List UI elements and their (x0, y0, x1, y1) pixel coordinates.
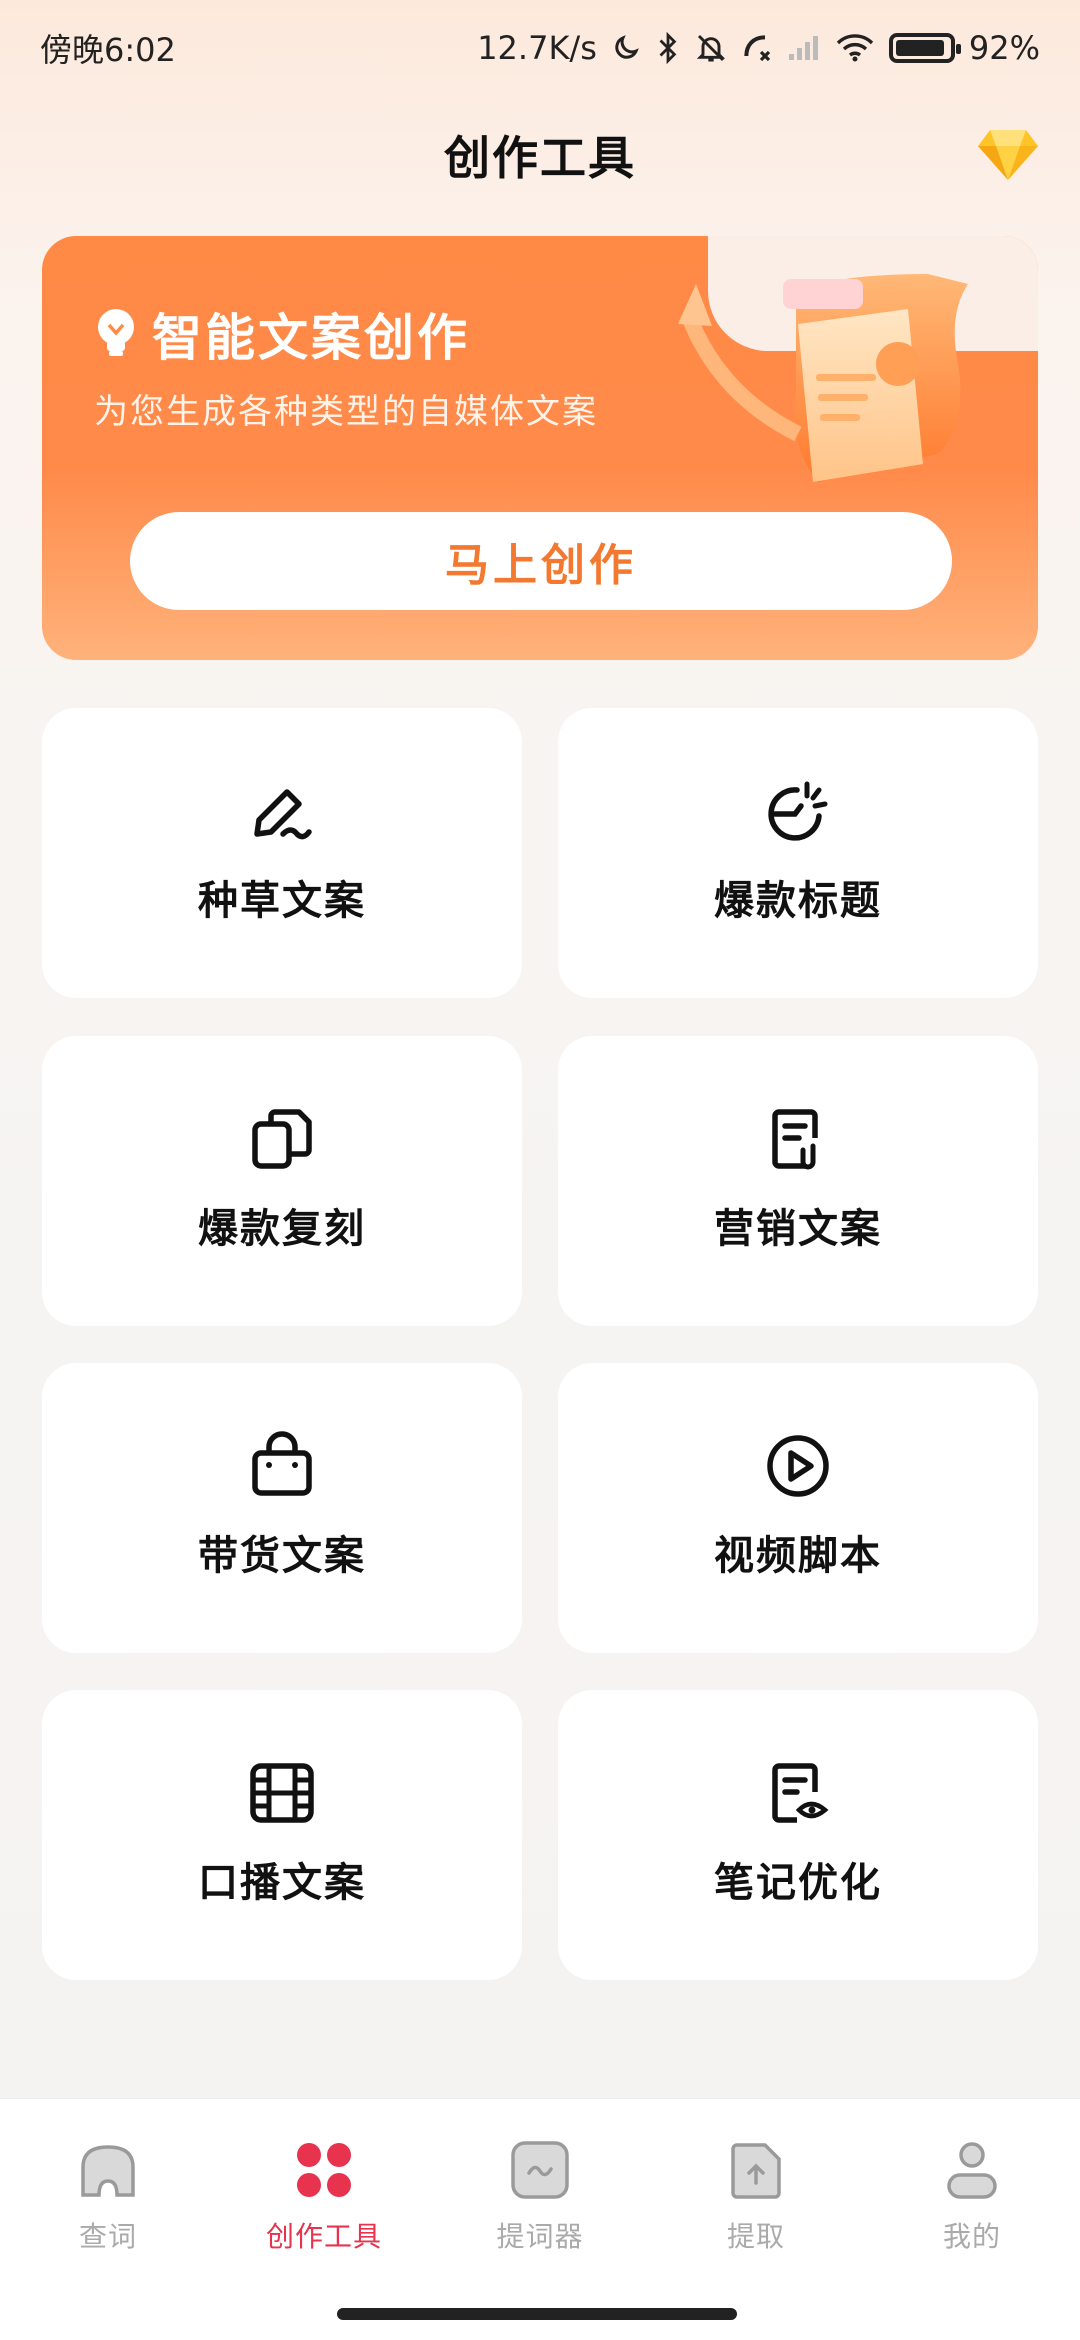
play-circle-icon (767, 1435, 829, 1497)
home-indicator[interactable] (337, 2308, 737, 2320)
teleprompter-icon (511, 2141, 569, 2199)
battery-percent: 92% (968, 28, 1040, 67)
hero-banner[interactable]: 智能文案创作 为您生成各种类型的自媒体文案 马上创作 (42, 236, 1038, 660)
tool-card-zhongcao[interactable]: 种草文案 (42, 708, 522, 998)
bell-off-icon (695, 32, 727, 64)
shopping-bag-icon (252, 1431, 312, 1496)
bluetooth-icon (655, 31, 681, 64)
bottom-nav: 查词 创作工具 提词器 提取 我的 (0, 2098, 1080, 2340)
nav-label: 我的 (942, 2220, 1001, 2253)
film-icon (250, 1763, 314, 1823)
document-eye-icon (772, 1763, 829, 1823)
home-icon (81, 2145, 135, 2197)
nav-item-create-tools[interactable]: 创作工具 (216, 2139, 432, 2269)
lightbulb-icon (94, 307, 138, 361)
tool-label: 营销文案 (714, 1206, 882, 1252)
copy-icon (252, 1109, 312, 1169)
battery-icon (888, 32, 961, 63)
moon-icon (611, 33, 641, 63)
signal-icon (787, 34, 821, 62)
call-icon (741, 32, 773, 64)
nav-label: 提词器 (496, 2220, 584, 2253)
wifi-icon (835, 33, 875, 63)
tool-card-baokuan-title[interactable]: 爆款标题 (558, 708, 1038, 998)
extract-icon (731, 2143, 781, 2199)
tool-card-koubo[interactable]: 口播文案 (42, 1690, 522, 1980)
pen-sign-icon (254, 789, 312, 840)
tool-card-marketing[interactable]: 营销文案 (558, 1036, 1038, 1326)
hero-title-row: 智能文案创作 (94, 298, 470, 370)
diamond-icon[interactable] (976, 126, 1040, 182)
nav-item-chaci[interactable]: 查词 (0, 2139, 216, 2269)
hero-title: 智能文案创作 (152, 309, 470, 367)
nav-label: 提取 (726, 2220, 785, 2253)
hero-subtitle: 为您生成各种类型的自媒体文案 (94, 392, 598, 432)
create-now-button[interactable]: 马上创作 (130, 512, 952, 610)
nav-item-teleprompter[interactable]: 提词器 (432, 2139, 648, 2269)
nav-label: 创作工具 (265, 2220, 382, 2253)
status-time: 傍晚6:02 (40, 30, 176, 69)
tool-label: 爆款标题 (714, 878, 882, 924)
tool-label: 笔记优化 (714, 1860, 882, 1906)
document-clip-icon (772, 1109, 818, 1170)
tool-card-baokuan-copy[interactable]: 爆款复刻 (42, 1036, 522, 1326)
tool-card-note-optimize[interactable]: 笔记优化 (558, 1690, 1038, 1980)
explosion-chart-icon (768, 781, 828, 841)
header: 创作工具 (0, 110, 1080, 200)
nav-item-mine[interactable]: 我的 (864, 2139, 1080, 2269)
nav-label: 查词 (78, 2220, 137, 2253)
user-icon (947, 2142, 997, 2199)
tool-card-daihuo[interactable]: 带货文案 (42, 1363, 522, 1653)
dots-grid-icon (297, 2143, 351, 2197)
tool-card-video-script[interactable]: 视频脚本 (558, 1363, 1038, 1653)
status-bar: 傍晚6:02 12.7K/s 92% (0, 0, 1080, 95)
tool-label: 种草文案 (198, 878, 366, 924)
nav-item-extract[interactable]: 提取 (648, 2139, 864, 2269)
tool-label: 口播文案 (198, 1860, 366, 1906)
network-speed: 12.7K/s (477, 28, 597, 67)
page-title: 创作工具 (444, 131, 636, 185)
battery-fill (895, 39, 944, 56)
tool-label: 带货文案 (198, 1533, 366, 1579)
tool-label: 视频脚本 (714, 1533, 882, 1579)
scroll-illustration-icon (678, 274, 968, 482)
tool-label: 爆款复刻 (198, 1206, 366, 1252)
